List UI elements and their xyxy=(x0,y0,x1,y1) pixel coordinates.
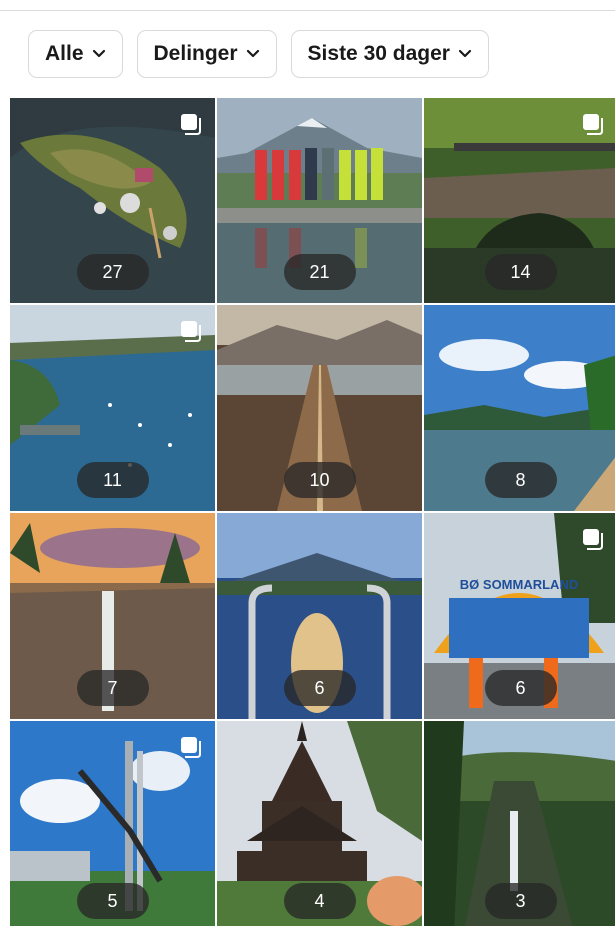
post-tile[interactable]: 11 xyxy=(10,305,215,511)
multi-photo-icon xyxy=(181,114,201,135)
post-count-badge: 21 xyxy=(283,254,356,290)
post-count-badge: 6 xyxy=(484,670,557,706)
filter-bar: Alle Delinger Siste 30 dager xyxy=(28,30,489,78)
chevron-down-icon xyxy=(458,49,472,58)
post-count-badge: 11 xyxy=(76,462,149,498)
post-count-badge: 6 xyxy=(283,670,356,706)
sign-text: BØ SOMMARLAND xyxy=(460,577,578,592)
post-count-badge: 14 xyxy=(484,254,557,290)
post-count-badge: 27 xyxy=(76,254,149,290)
post-tile[interactable]: 10 xyxy=(217,305,422,511)
chevron-down-icon xyxy=(92,49,105,58)
filter-shares-dropdown[interactable]: Delinger xyxy=(136,30,277,78)
post-count-badge: 7 xyxy=(76,670,149,706)
post-tile[interactable]: 7 xyxy=(10,513,215,719)
post-tile[interactable]: 14 xyxy=(424,98,615,303)
multi-photo-icon xyxy=(583,114,603,135)
post-tile[interactable]: 5 xyxy=(10,721,215,926)
post-count-badge: 8 xyxy=(484,462,557,498)
post-tile[interactable]: 6 xyxy=(217,513,422,719)
filter-shares-label: Delinger xyxy=(153,42,238,65)
post-count-badge: 4 xyxy=(283,883,356,919)
post-tile[interactable]: 3 xyxy=(424,721,615,926)
filter-period-label: Siste 30 dager xyxy=(307,42,450,65)
post-tile[interactable]: BØ SOMMARLAND 6 xyxy=(424,513,615,719)
top-divider xyxy=(0,10,615,11)
multi-photo-icon xyxy=(583,529,603,550)
filter-period-dropdown[interactable]: Siste 30 dager xyxy=(290,30,489,78)
multi-photo-icon xyxy=(181,321,201,342)
post-tile[interactable]: 4 xyxy=(217,721,422,926)
post-count-badge: 10 xyxy=(283,462,356,498)
post-grid: 27 21 14 11 10 8 7 6 BØ SOMMARLAND 6 5 4… xyxy=(10,98,615,926)
post-tile[interactable]: 27 xyxy=(10,98,215,303)
post-tile[interactable]: 21 xyxy=(217,98,422,303)
multi-photo-icon xyxy=(181,737,201,758)
filter-all-dropdown[interactable]: Alle xyxy=(28,30,123,78)
chevron-down-icon xyxy=(246,49,259,58)
post-tile[interactable]: 8 xyxy=(424,305,615,511)
post-count-badge: 3 xyxy=(484,883,557,919)
post-count-badge: 5 xyxy=(76,883,149,919)
filter-all-label: Alle xyxy=(45,42,84,65)
